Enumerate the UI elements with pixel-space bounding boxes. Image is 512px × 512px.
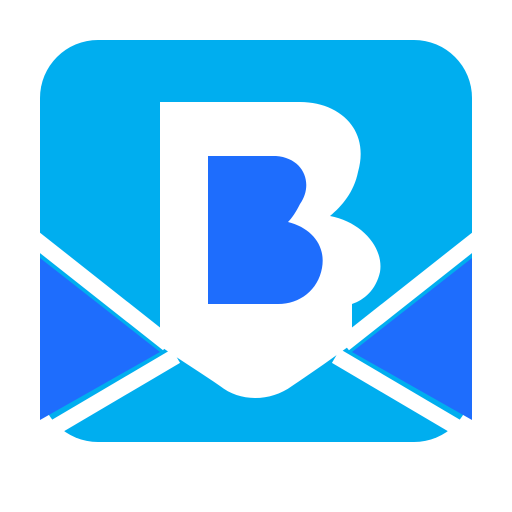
envelope-b-logo-icon [25, 40, 487, 449]
icon-canvas [0, 0, 512, 512]
